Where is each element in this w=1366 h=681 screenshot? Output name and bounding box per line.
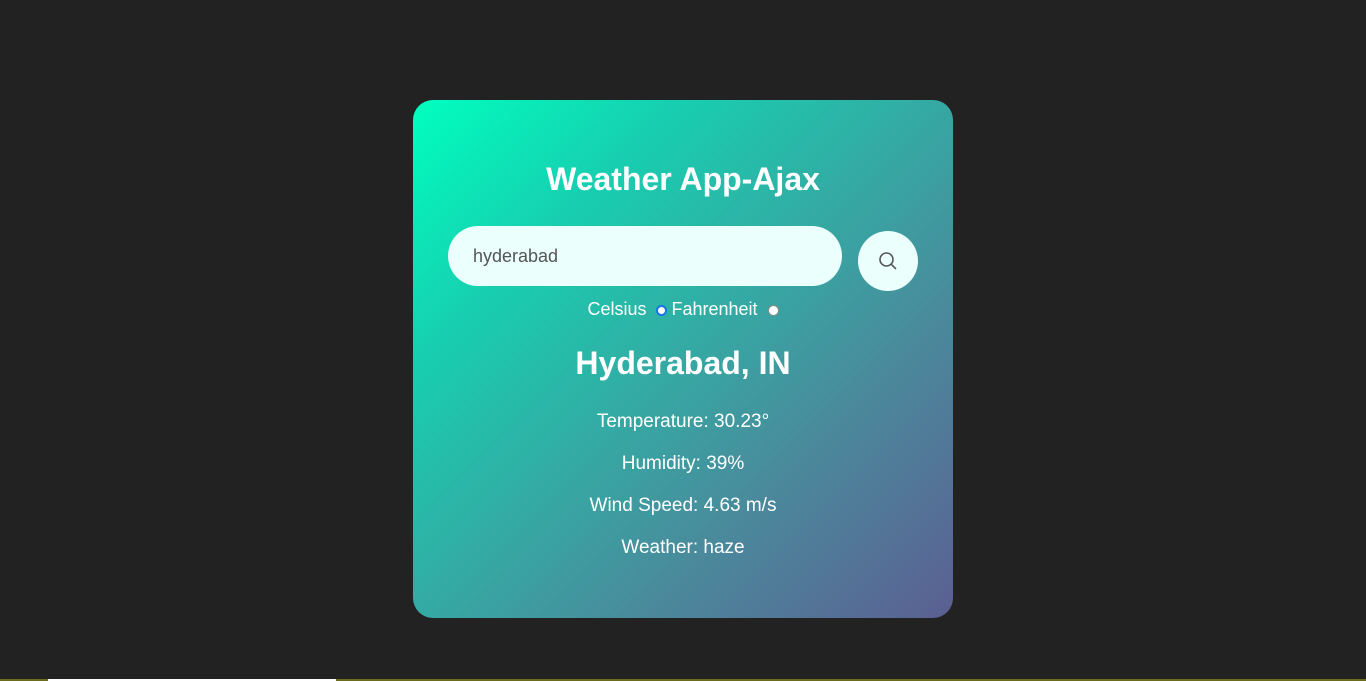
city-search-input[interactable] <box>448 226 842 286</box>
humidity-text: Humidity: 39% <box>621 453 745 474</box>
celsius-radio[interactable] <box>656 304 668 316</box>
search-row <box>448 226 918 291</box>
unit-selector: Celsius Fahrenheit <box>413 297 953 321</box>
temperature-text: Temperature: 30.23° <box>596 411 770 432</box>
fahrenheit-label: Fahrenheit <box>671 298 758 319</box>
search-icon <box>879 252 897 270</box>
app-title: Weather App-Ajax <box>546 161 820 197</box>
fahrenheit-radio[interactable] <box>767 304 779 316</box>
celsius-label: Celsius <box>587 298 647 319</box>
weather-description-text: Weather: haze <box>621 537 745 558</box>
weather-card: Weather App-Ajax Celsius Fahrenheit Hyde… <box>413 100 953 618</box>
page: Weather App-Ajax Celsius Fahrenheit Hyde… <box>0 0 1366 681</box>
wind-speed-text: Wind Speed: 4.63 m/s <box>589 495 777 516</box>
city-name: Hyderabad, IN <box>575 345 791 381</box>
search-button[interactable] <box>858 231 918 291</box>
